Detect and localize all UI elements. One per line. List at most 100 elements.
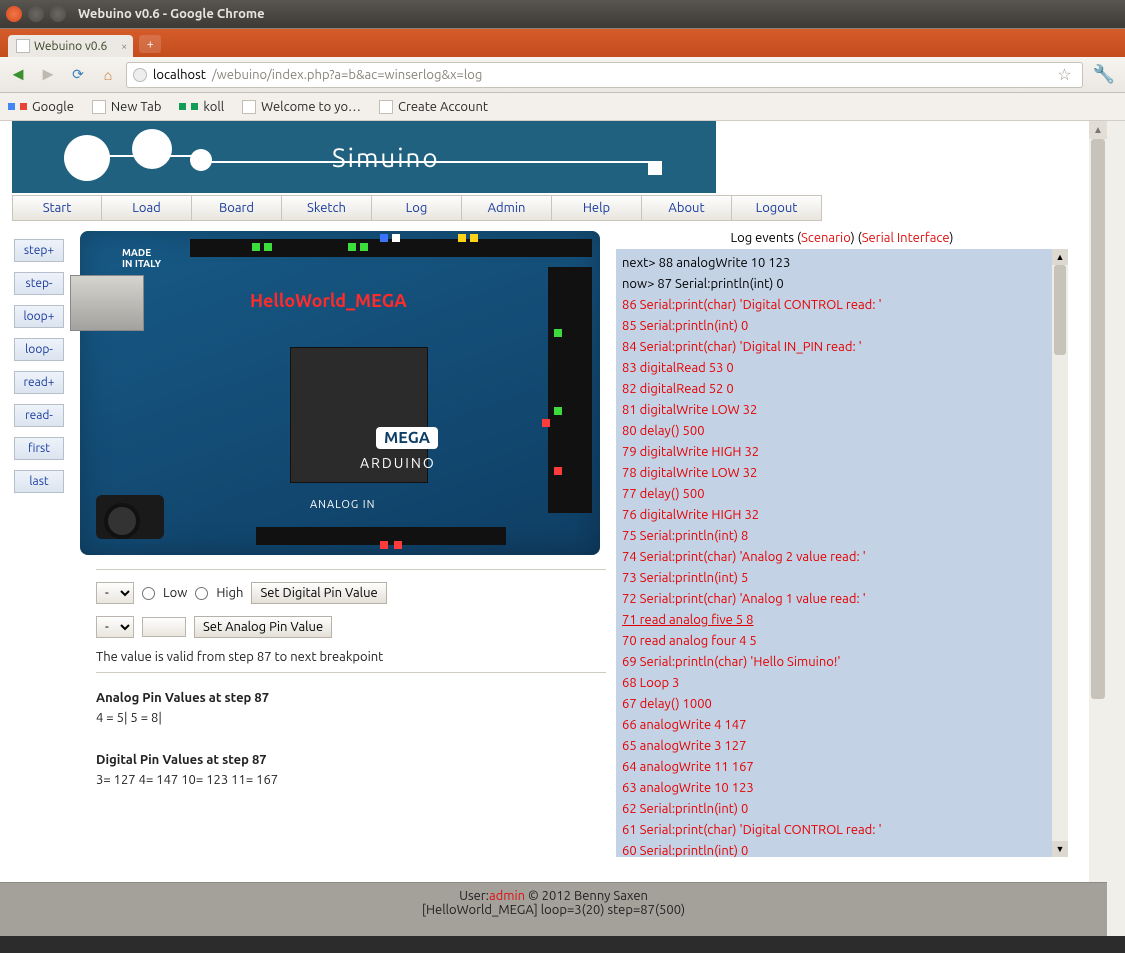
tab-close-icon[interactable]: × bbox=[121, 41, 127, 53]
analog-in-label: ANALOG IN bbox=[310, 499, 375, 511]
log-line: 83 digitalRead 53 0 bbox=[622, 358, 1062, 379]
home-icon[interactable]: ⌂ bbox=[96, 63, 120, 87]
browser-toolbar: ◄ ► ⟳ ⌂ localhost/webuino/index.php?a=b&… bbox=[0, 57, 1125, 93]
analog-value-input[interactable] bbox=[142, 617, 186, 637]
scroll-up-icon[interactable]: ▲ bbox=[1052, 249, 1068, 265]
forward-icon[interactable]: ► bbox=[36, 63, 60, 87]
wrench-icon[interactable]: 🔧 bbox=[1089, 64, 1119, 85]
log-line: 70 read analog four 4 5 bbox=[622, 631, 1062, 652]
led-icon bbox=[252, 243, 260, 251]
log-line: 61 Serial:print(char) 'Digital CONTROL r… bbox=[622, 820, 1062, 841]
bookmark-google[interactable]: Google bbox=[8, 100, 74, 114]
reload-icon[interactable]: ⟳ bbox=[66, 63, 90, 87]
log-line: next> 88 analogWrite 10 123 bbox=[622, 253, 1062, 274]
digital-values-header: Digital Pin Values at step 87 bbox=[96, 753, 606, 767]
digital-values: 3= 127 4= 147 10= 123 11= 167 bbox=[96, 773, 606, 787]
log-line: 72 Serial:print(char) 'Analog 1 value re… bbox=[622, 589, 1062, 610]
loop-minus-button[interactable]: loop- bbox=[14, 338, 64, 361]
led-icon bbox=[264, 243, 272, 251]
window-close-icon[interactable] bbox=[6, 6, 22, 22]
first-button[interactable]: first bbox=[14, 437, 64, 460]
scenario-link[interactable]: Scenario bbox=[801, 231, 851, 245]
header-top bbox=[190, 239, 592, 257]
menu-admin[interactable]: Admin bbox=[462, 195, 552, 221]
user-name: admin bbox=[489, 889, 525, 903]
log-line: 76 digitalWrite HIGH 32 bbox=[622, 505, 1062, 526]
menu-load[interactable]: Load bbox=[102, 195, 192, 221]
bookmark-create-account[interactable]: Create Account bbox=[379, 100, 488, 114]
window-titlebar: Webuino v0.6 - Google Chrome bbox=[0, 0, 1125, 28]
window-maximize-icon[interactable] bbox=[50, 6, 66, 22]
loop-plus-button[interactable]: loop+ bbox=[14, 305, 64, 328]
led-icon bbox=[458, 234, 466, 242]
serial-link[interactable]: Serial Interface bbox=[862, 231, 950, 245]
status-footer: User:admin © 2012 Benny Saxen [HelloWorl… bbox=[0, 882, 1107, 936]
log-header: Log events (Scenario) (Serial Interface) bbox=[616, 231, 1068, 245]
page-icon bbox=[242, 100, 256, 114]
last-button[interactable]: last bbox=[14, 470, 64, 493]
analog-pin-select[interactable]: - bbox=[96, 616, 134, 638]
tabstrip: Webuino v0.6 × + bbox=[0, 29, 1125, 57]
led-icon bbox=[554, 329, 562, 337]
log-line: 65 analogWrite 3 127 bbox=[622, 736, 1062, 757]
read-plus-button[interactable]: read+ bbox=[14, 371, 64, 394]
log-line: now> 87 Serial:println(int) 0 bbox=[622, 274, 1062, 295]
window-minimize-icon[interactable] bbox=[28, 6, 44, 22]
page-icon bbox=[92, 100, 106, 114]
mega-label: MEGA bbox=[376, 427, 438, 449]
log-scrollbar[interactable]: ▲ ▼ bbox=[1052, 249, 1068, 857]
analog-values: 4 = 5| 5 = 8| bbox=[96, 711, 606, 725]
scroll-thumb[interactable] bbox=[1054, 265, 1066, 355]
log-line: 86 Serial:print(char) 'Digital CONTROL r… bbox=[622, 295, 1062, 316]
log-line: 67 delay() 1000 bbox=[622, 694, 1062, 715]
url-path: /webuino/index.php?a=b&ac=winserlog&x=lo… bbox=[212, 68, 482, 82]
bookmark-star-icon[interactable]: ☆ bbox=[1053, 65, 1075, 84]
new-tab-button[interactable]: + bbox=[139, 35, 161, 53]
address-bar[interactable]: localhost/webuino/index.php?a=b&ac=winse… bbox=[126, 62, 1083, 88]
scroll-down-icon[interactable]: ▼ bbox=[1052, 841, 1068, 857]
desktop-bottom bbox=[0, 939, 1125, 953]
digital-pin-select[interactable]: - bbox=[96, 582, 134, 604]
menu-logout[interactable]: Logout bbox=[732, 195, 822, 221]
log-line: 82 digitalRead 52 0 bbox=[622, 379, 1062, 400]
low-radio[interactable] bbox=[142, 587, 155, 600]
led-icon bbox=[380, 541, 388, 549]
browser-tab[interactable]: Webuino v0.6 × bbox=[8, 35, 133, 57]
arduino-label: ARDUINO bbox=[360, 455, 436, 471]
log-line: 64 analogWrite 11 167 bbox=[622, 757, 1062, 778]
menu-board[interactable]: Board bbox=[192, 195, 282, 221]
log-box: ▲ ▼ next> 88 analogWrite 10 123now> 87 S… bbox=[616, 249, 1068, 857]
step-controls: step+ step- loop+ loop- read+ read- firs… bbox=[14, 239, 64, 493]
set-digital-button[interactable]: Set Digital Pin Value bbox=[251, 582, 386, 604]
log-line: 69 Serial:println(char) 'Hello Simuino!' bbox=[622, 652, 1062, 673]
bookmarks-bar: Google New Tab koll Welcome to yo… Creat… bbox=[0, 93, 1125, 121]
bookmark-newtab[interactable]: New Tab bbox=[92, 100, 162, 114]
log-line: 77 delay() 500 bbox=[622, 484, 1062, 505]
log-line: 79 digitalWrite HIGH 32 bbox=[622, 442, 1062, 463]
set-analog-button[interactable]: Set Analog Pin Value bbox=[194, 616, 332, 638]
menu-help[interactable]: Help bbox=[552, 195, 642, 221]
led-icon bbox=[392, 234, 400, 242]
menu-sketch[interactable]: Sketch bbox=[282, 195, 372, 221]
low-label: Low bbox=[163, 586, 187, 600]
led-icon bbox=[542, 419, 550, 427]
led-icon bbox=[394, 541, 402, 549]
menu-about[interactable]: About bbox=[642, 195, 732, 221]
bookmark-welcome[interactable]: Welcome to yo… bbox=[242, 100, 361, 114]
bookmark-koll[interactable]: koll bbox=[179, 100, 224, 114]
back-icon[interactable]: ◄ bbox=[6, 63, 30, 87]
step-plus-button[interactable]: step+ bbox=[14, 239, 64, 262]
log-line: 66 analogWrite 4 147 bbox=[622, 715, 1062, 736]
log-line: 75 Serial:println(int) 8 bbox=[622, 526, 1062, 547]
log-line: 68 Loop 3 bbox=[622, 673, 1062, 694]
read-minus-button[interactable]: read- bbox=[14, 404, 64, 427]
log-panel: Log events (Scenario) (Serial Interface)… bbox=[616, 231, 1068, 857]
menu-start[interactable]: Start bbox=[12, 195, 102, 221]
step-minus-button[interactable]: step- bbox=[14, 272, 64, 295]
menu-log[interactable]: Log bbox=[372, 195, 462, 221]
log-line: 80 delay() 500 bbox=[622, 421, 1062, 442]
tab-title: Webuino v0.6 bbox=[34, 40, 107, 53]
arduino-board: MADE IN ITALY HelloWorld_MEGA MEGA ARDUI… bbox=[80, 231, 600, 555]
log-line: 81 digitalWrite LOW 32 bbox=[622, 400, 1062, 421]
high-radio[interactable] bbox=[195, 587, 208, 600]
